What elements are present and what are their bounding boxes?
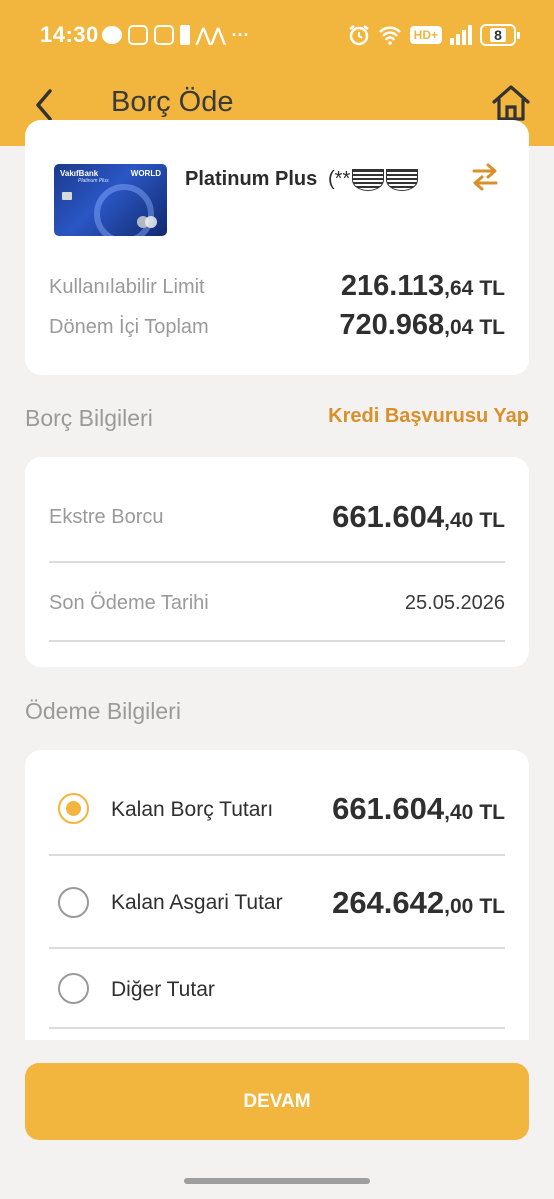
app-notification-icon: ⋀⋀ xyxy=(196,25,226,45)
battery-alert-icon xyxy=(180,25,190,45)
amount-decimal: ,64 xyxy=(444,277,474,300)
hidden-number-icon xyxy=(352,168,419,191)
available-limit-label: Kullanılabilir Limit xyxy=(49,276,205,298)
bank-logo-text: VakıfBank xyxy=(60,169,99,178)
amount-integer: 264.642 xyxy=(332,885,445,920)
amount-integer: 720.968 xyxy=(339,309,445,341)
debt-info-card: Ekstre Borcu 661.604,40 TL Son Ödeme Tari… xyxy=(25,457,529,667)
card-tier-text: Platinum Plus xyxy=(78,178,109,184)
due-date-value: 25.05.2026 xyxy=(404,592,505,614)
battery-icon: 8 xyxy=(480,24,520,46)
chat-bubble-icon xyxy=(102,26,122,44)
amount-decimal: ,04 xyxy=(444,316,474,339)
option-amount: 264.642,00 TL xyxy=(332,885,505,921)
card-chip-icon xyxy=(62,192,72,200)
payment-options-card: Kalan Borç Tutarı 661.604,40 TL Kalan Asg… xyxy=(25,750,529,1040)
masked-number-prefix: (** xyxy=(328,168,351,190)
divider xyxy=(49,947,505,949)
card-swoosh xyxy=(94,184,154,236)
swap-card-icon[interactable] xyxy=(470,160,500,194)
more-notifications-icon: ··· xyxy=(231,25,250,45)
divider xyxy=(49,1027,505,1029)
amount-integer: 661.604 xyxy=(332,791,445,826)
statement-debt-amount: 661.604,40 TL xyxy=(332,499,505,535)
amount-decimal: ,40 xyxy=(444,801,474,824)
continue-button[interactable]: DEVAM xyxy=(25,1063,529,1140)
debt-section-title: Borç Bilgileri xyxy=(25,405,153,431)
credit-application-link[interactable]: Kredi Başvurusu Yap xyxy=(328,405,529,428)
divider xyxy=(49,854,505,856)
battery-level: 8 xyxy=(490,28,506,42)
option-label[interactable]: Kalan Borç Tutarı xyxy=(111,798,273,822)
masked-card-number: (** xyxy=(328,168,419,191)
credit-card-summary: VakıfBank Platinum Plus WORLD Platinum P… xyxy=(25,120,529,375)
option-label[interactable]: Kalan Asgari Tutar xyxy=(111,891,283,915)
currency: TL xyxy=(479,509,505,532)
option-amount: 661.604,40 TL xyxy=(332,791,505,827)
status-bar: 14:30 ⋀⋀ ··· HD+ 8 xyxy=(0,0,554,72)
payment-section-title: Ödeme Bilgileri xyxy=(25,698,181,724)
instagram-icon xyxy=(154,25,174,45)
currency: TL xyxy=(479,277,505,300)
instagram-icon xyxy=(128,25,148,45)
status-time: 14:30 xyxy=(40,22,99,47)
currency: TL xyxy=(479,316,505,339)
period-total-label: Dönem İçi Toplam xyxy=(49,316,209,338)
period-total-amount: 720.968,04 TL xyxy=(339,309,505,342)
hd-icon: HD+ xyxy=(409,26,442,44)
amount-decimal: ,40 xyxy=(444,509,474,532)
back-arrow-icon[interactable] xyxy=(30,85,60,125)
amount-decimal: ,00 xyxy=(444,895,474,918)
mastercard-icon xyxy=(137,216,157,228)
wifi-icon xyxy=(378,26,401,45)
statement-debt-label: Ekstre Borcu xyxy=(49,506,164,528)
home-icon[interactable] xyxy=(490,82,532,124)
notification-icons: ⋀⋀ ··· xyxy=(102,22,250,48)
amount-integer: 661.604 xyxy=(332,499,445,534)
due-date-label: Son Ödeme Tarihi xyxy=(49,592,209,614)
divider xyxy=(49,640,505,642)
radio-remaining-debt[interactable] xyxy=(58,793,89,824)
currency: TL xyxy=(479,801,505,824)
option-label[interactable]: Diğer Tutar xyxy=(111,978,215,1002)
currency: TL xyxy=(479,895,505,918)
radio-other-amount[interactable] xyxy=(58,973,89,1004)
signal-icon xyxy=(450,25,472,45)
available-limit-amount: 216.113,64 TL xyxy=(341,270,505,303)
radio-minimum-amount[interactable] xyxy=(58,887,89,918)
divider xyxy=(49,561,505,563)
home-indicator[interactable] xyxy=(184,1178,370,1184)
credit-card-image: VakıfBank Platinum Plus WORLD xyxy=(54,164,167,236)
card-network-text: WORLD xyxy=(130,169,161,178)
card-name: Platinum Plus xyxy=(185,168,318,190)
alarm-icon xyxy=(348,25,369,46)
system-icons: HD+ 8 xyxy=(348,22,520,48)
amount-integer: 216.113 xyxy=(340,270,445,302)
page-title: Borç Öde xyxy=(111,86,234,118)
